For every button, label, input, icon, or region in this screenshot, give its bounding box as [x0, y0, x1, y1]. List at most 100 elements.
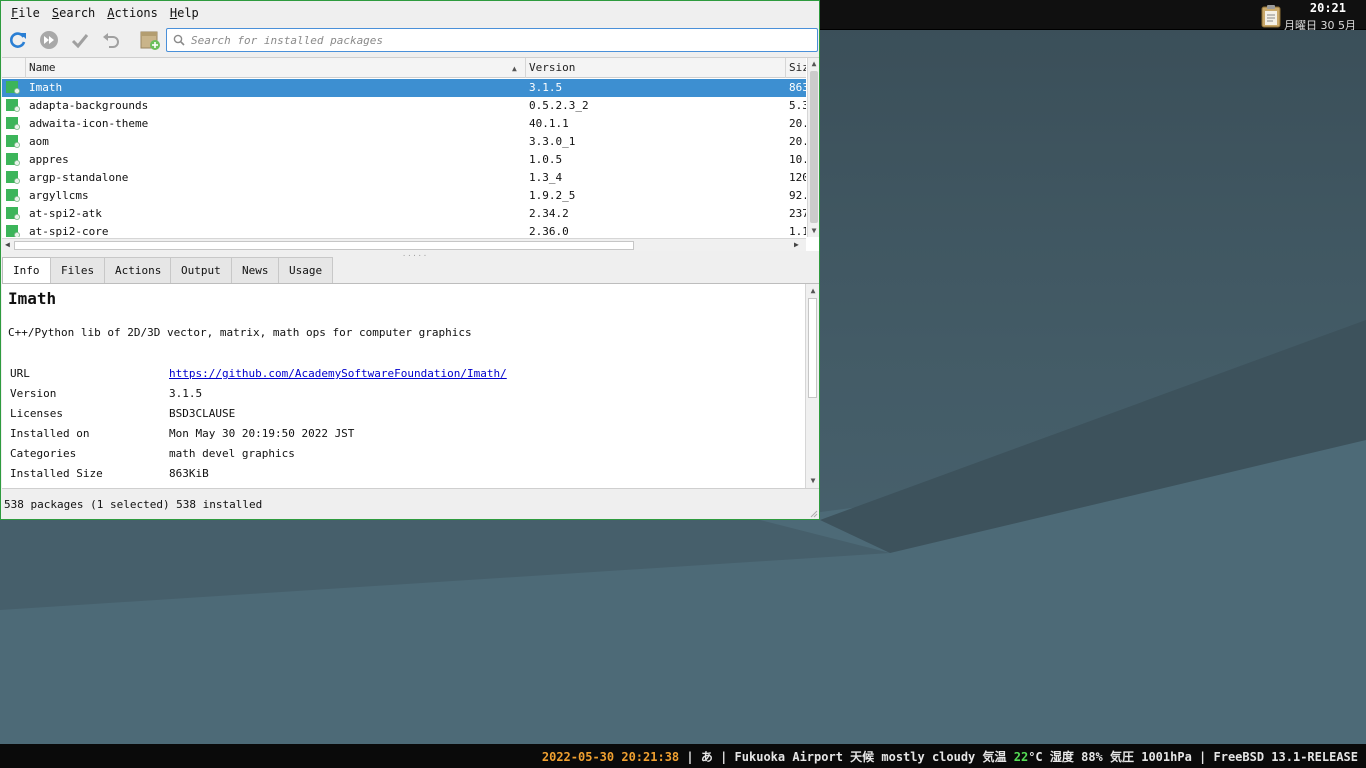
- installed-status-icon: [6, 207, 20, 220]
- resize-grip-icon[interactable]: [808, 508, 818, 518]
- package-version: 0.5.2.3_2: [529, 99, 589, 112]
- info-row: Version 3.1.5: [10, 384, 770, 404]
- package-version: 3.1.5: [529, 81, 563, 94]
- info-value: Mon May 30 20:19:50 2022 JST: [169, 427, 355, 440]
- scroll-right-icon[interactable]: ▶: [794, 240, 799, 249]
- install-package-button[interactable]: [137, 27, 163, 53]
- apply-check-icon: [71, 34, 89, 49]
- menu-file[interactable]: File: [5, 6, 46, 20]
- refresh-button[interactable]: [5, 27, 31, 53]
- table-row[interactable]: Imath 3.1.5 863: [2, 79, 806, 97]
- tab-news[interactable]: News: [231, 257, 280, 283]
- package-manager-window: File Search Actions Help Search for inst…: [0, 0, 820, 520]
- package-size: 1.1: [789, 225, 806, 237]
- package-size: 5.3: [789, 99, 806, 112]
- package-size: 20.: [789, 117, 806, 130]
- tab-usage[interactable]: Usage: [278, 257, 334, 283]
- menu-search[interactable]: Search: [46, 6, 101, 20]
- undo-button[interactable]: [98, 27, 124, 53]
- tab-output[interactable]: Output: [170, 257, 232, 283]
- package-version: 3.3.0_1: [529, 135, 576, 148]
- info-scroll-down-icon[interactable]: ▼: [808, 476, 818, 486]
- menu-actions[interactable]: Actions: [101, 6, 164, 20]
- installed-status-icon: [6, 81, 20, 94]
- table-row[interactable]: appres 1.0.5 10.: [2, 151, 806, 169]
- separator: |: [679, 750, 701, 764]
- package-size: 92.: [789, 189, 806, 202]
- installed-status-icon: [6, 117, 20, 130]
- temperature: 22: [1013, 750, 1029, 764]
- column-status[interactable]: [2, 58, 26, 78]
- apply-button[interactable]: [67, 27, 93, 53]
- package-rows: Imath 3.1.5 863 adapta-backgrounds 0.5.2.3_2…: [2, 79, 806, 237]
- scroll-thumb[interactable]: [810, 71, 818, 223]
- run-all-button[interactable]: [36, 27, 62, 53]
- package-size: 20.: [789, 135, 806, 148]
- run-all-icon: [40, 31, 58, 49]
- homepage-link[interactable]: https://github.com/AcademySoftwareFounda…: [169, 364, 507, 384]
- installed-status-icon: [6, 99, 20, 112]
- package-size: 863: [789, 81, 806, 94]
- package-name: appres: [29, 153, 69, 166]
- package-list: Name ▲ Version Siz Imath 3.1.5 863 adapta-b…: [2, 57, 819, 251]
- table-row[interactable]: argp-standalone 1.3_4 120: [2, 169, 806, 187]
- package-name: argyllcms: [29, 189, 89, 202]
- package-name: at-spi2-atk: [29, 207, 102, 220]
- undo-icon: [103, 33, 119, 48]
- table-row[interactable]: aom 3.3.0_1 20.: [2, 133, 806, 151]
- clipboard-icon[interactable]: [1260, 4, 1282, 28]
- table-row[interactable]: argyllcms 1.9.2_5 92.: [2, 187, 806, 205]
- package-size: 237: [789, 207, 806, 220]
- package-name: at-spi2-core: [29, 225, 109, 237]
- top-panel: 20:21 月曜日 30 5月: [820, 0, 1366, 30]
- column-name[interactable]: Name: [25, 58, 525, 78]
- package-size: 120: [789, 171, 806, 184]
- info-key: Version: [10, 387, 57, 400]
- column-size[interactable]: Siz: [785, 58, 806, 78]
- package-version: 2.34.2: [529, 207, 569, 220]
- tab-files[interactable]: Files: [50, 257, 106, 283]
- info-row: Categories math devel graphics: [10, 444, 770, 464]
- tab-actions[interactable]: Actions: [104, 257, 173, 283]
- table-row[interactable]: at-spi2-atk 2.34.2 237: [2, 205, 806, 223]
- installed-status-icon: [6, 189, 20, 202]
- package-description: C++/Python lib of 2D/3D vector, matrix, …: [8, 326, 472, 339]
- column-version[interactable]: Version: [525, 58, 785, 78]
- package-list-header: Name ▲ Version Siz: [2, 58, 806, 78]
- table-row[interactable]: at-spi2-core 2.36.0 1.1: [2, 223, 806, 237]
- package-version: 40.1.1: [529, 117, 569, 130]
- info-row: Licenses BSD3CLAUSE: [10, 404, 770, 424]
- scroll-up-icon[interactable]: ▲: [809, 59, 819, 69]
- clock-time[interactable]: 20:21: [1310, 1, 1346, 15]
- info-row: Installed Size 863KiB: [10, 464, 770, 484]
- input-method-indicator[interactable]: あ: [701, 750, 713, 764]
- package-list-vscrollbar[interactable]: ▲ ▼: [807, 58, 819, 237]
- info-row: Installed on Mon May 30 20:19:50 2022 JST: [10, 424, 770, 444]
- info-key: Installed on: [10, 427, 90, 440]
- status-datetime: 2022-05-30 20:21:38: [541, 750, 680, 764]
- info-vscrollbar[interactable]: ▲ ▼: [805, 284, 819, 488]
- search-input[interactable]: [191, 31, 791, 49]
- info-value: BSD3CLAUSE: [169, 407, 236, 420]
- package-list-hscrollbar[interactable]: ◀ ▶: [2, 238, 806, 251]
- package-name: Imath: [29, 81, 63, 94]
- info-value: 863KiB: [169, 467, 209, 480]
- info-scroll-thumb[interactable]: [808, 298, 817, 398]
- installed-status-icon: [6, 153, 20, 166]
- package-version: 1.9.2_5: [529, 189, 576, 202]
- info-scroll-up-icon[interactable]: ▲: [808, 286, 818, 296]
- system-status-line: 2022-05-30 20:21:38 | あ | Fukuoka Airpor…: [542, 748, 1358, 765]
- menu-help[interactable]: Help: [164, 6, 205, 20]
- hscroll-thumb[interactable]: [14, 241, 634, 250]
- scroll-down-icon[interactable]: ▼: [809, 226, 819, 236]
- installed-status-icon: [6, 135, 20, 148]
- installed-status-icon: [6, 225, 20, 237]
- table-row[interactable]: adwaita-icon-theme 40.1.1 20.: [2, 115, 806, 133]
- tab-info[interactable]: Info: [2, 257, 51, 284]
- scroll-left-icon[interactable]: ◀: [5, 240, 10, 249]
- refresh-icon: [10, 32, 26, 48]
- package-version: 1.0.5: [529, 153, 563, 166]
- package-version: 2.36.0: [529, 225, 569, 237]
- separator: |: [1191, 750, 1214, 764]
- table-row[interactable]: adapta-backgrounds 0.5.2.3_2 5.3: [2, 97, 806, 115]
